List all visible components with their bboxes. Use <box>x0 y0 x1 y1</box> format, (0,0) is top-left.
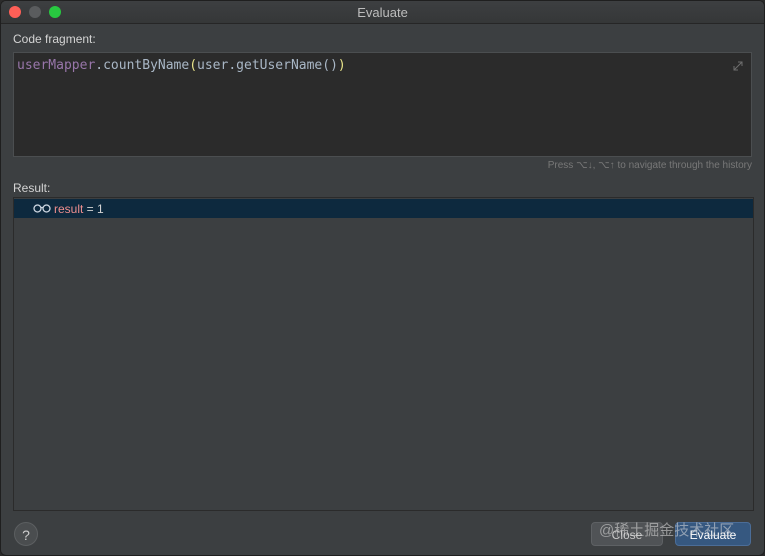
result-text: result = 1 <box>54 202 104 216</box>
help-button[interactable]: ? <box>14 522 38 546</box>
expand-icon[interactable] <box>733 61 743 71</box>
code-method: .countByName <box>95 58 190 73</box>
code-fragment-editor[interactable]: userMapper.countByName(user.getUserName(… <box>13 52 752 157</box>
result-tree[interactable]: result = 1 <box>13 197 754 511</box>
code-argument: user.getUserName() <box>197 58 338 73</box>
title-bar: Evaluate <box>1 1 764 24</box>
result-value: 1 <box>97 202 104 216</box>
code-line: userMapper.countByName(user.getUserName(… <box>17 58 346 73</box>
glasses-icon <box>33 204 51 213</box>
close-button[interactable]: Close <box>591 522 663 546</box>
window-title: Evaluate <box>357 5 408 20</box>
code-open-paren: ( <box>189 58 198 73</box>
evaluate-dialog: Evaluate Code fragment: userMapper.count… <box>0 0 765 556</box>
result-row[interactable]: result = 1 <box>14 199 753 218</box>
evaluate-button[interactable]: Evaluate <box>675 522 751 546</box>
result-name: result <box>54 202 84 216</box>
history-hint: Press ⌥↓, ⌥↑ to navigate through the his… <box>547 160 752 171</box>
result-label: Result: <box>13 181 51 195</box>
code-close-paren: ) <box>337 58 346 73</box>
code-variable: userMapper <box>17 58 96 73</box>
code-fragment-label: Code fragment: <box>13 32 96 46</box>
result-equals: = <box>83 202 98 216</box>
